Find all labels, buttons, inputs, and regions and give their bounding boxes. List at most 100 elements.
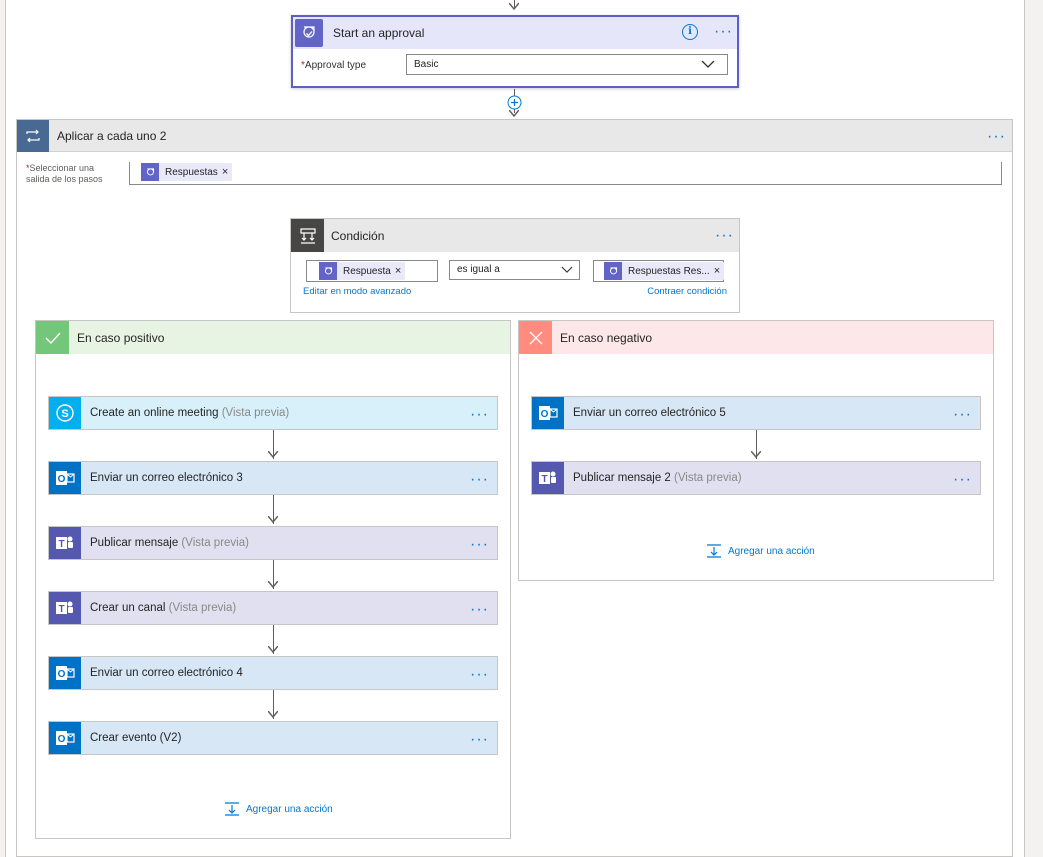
teams-icon: T <box>49 592 81 624</box>
add-action-label: Agregar una acción <box>246 803 333 815</box>
collapse-condition-link[interactable]: Contraer condición <box>647 286 727 297</box>
select-output-label: *Seleccionar una salida de los pasos <box>26 163 103 184</box>
more-options-icon[interactable]: ··· <box>714 24 733 40</box>
more-options-icon[interactable]: ··· <box>470 602 489 618</box>
more-options-icon[interactable]: ··· <box>953 407 972 423</box>
teams-icon: T <box>532 462 564 494</box>
start-approval-header[interactable]: Start an approval i ··· <box>293 17 737 49</box>
action-title: Enviar un correo electrónico 4 <box>90 667 243 679</box>
action-title: Enviar un correo electrónico 5 <box>573 407 726 419</box>
arrow-down-icon <box>268 451 278 459</box>
add-action-button[interactable]: Agregar una acción <box>706 544 815 558</box>
select-output-input[interactable] <box>129 162 1002 185</box>
action-card[interactable]: O Enviar un correo electrónico 5 ··· <box>531 396 981 430</box>
more-options-icon[interactable]: ··· <box>470 667 489 683</box>
branch-title: En caso negativo <box>560 331 653 345</box>
action-title: Crear evento (V2) <box>90 732 181 744</box>
token-label: Respuesta <box>343 265 391 277</box>
chevron-down-icon <box>561 266 573 273</box>
approval-type-dropdown[interactable]: Basic <box>406 54 728 75</box>
flow-designer-canvas: Start an approval i ··· *Approval type B… <box>0 0 1043 857</box>
action-title: Enviar un correo electrónico 3 <box>90 472 243 484</box>
action-title: Publicar mensaje (Vista previa) <box>90 537 249 549</box>
action-name: Publicar mensaje 2 <box>573 472 671 484</box>
svg-text:T: T <box>541 474 547 485</box>
dropdown-value: es igual a <box>457 264 500 275</box>
more-options-icon[interactable]: ··· <box>715 228 734 244</box>
action-title: Publicar mensaje 2 (Vista previa) <box>573 472 742 484</box>
svg-text:O: O <box>541 409 549 420</box>
preview-tag: (Vista previa) <box>181 537 249 549</box>
more-options-icon[interactable]: ··· <box>470 732 489 748</box>
dynamic-content-token[interactable]: Respuesta × <box>319 262 406 280</box>
action-card[interactable]: T Publicar mensaje 2 (Vista previa) ··· <box>531 461 981 495</box>
approvals-icon <box>604 262 622 280</box>
dynamic-content-token[interactable]: Respuestas × <box>141 163 233 181</box>
more-options-icon[interactable]: ··· <box>470 472 489 488</box>
apply-to-each-header[interactable]: Aplicar a cada uno 2 ··· <box>17 120 1012 152</box>
approvals-icon <box>319 262 337 280</box>
dropdown-value: Basic <box>414 59 439 70</box>
arrow-down-icon <box>751 451 761 459</box>
branch-title: En caso positivo <box>77 331 165 345</box>
add-action-button[interactable]: Agregar una acción <box>224 802 333 816</box>
svg-text:O: O <box>58 669 66 680</box>
teams-icon: T <box>49 527 81 559</box>
action-title: Crear un canal (Vista previa) <box>90 602 236 614</box>
action-card[interactable]: O Crear evento (V2) ··· <box>48 721 498 755</box>
outlook-icon: O <box>49 722 81 754</box>
outlook-icon: O <box>49 462 81 494</box>
action-card[interactable]: O Enviar un correo electrónico 3 ··· <box>48 461 498 495</box>
condition-header[interactable]: Condición ··· <box>291 219 739 252</box>
close-icon <box>519 321 552 354</box>
action-name: Crear un canal <box>90 602 166 614</box>
outlook-icon: O <box>49 657 81 689</box>
card-title: Start an approval <box>333 26 425 40</box>
more-options-icon[interactable]: ··· <box>953 472 972 488</box>
action-card[interactable]: S Create an online meeting (Vista previa)… <box>48 396 498 430</box>
remove-token-icon[interactable]: × <box>714 265 724 277</box>
dynamic-content-token[interactable]: Respuestas Res... × <box>604 262 725 280</box>
operator-dropdown[interactable]: es igual a <box>449 260 580 280</box>
insert-step-plus-icon[interactable] <box>507 95 522 110</box>
remove-token-icon[interactable]: × <box>395 265 405 277</box>
action-name: Enviar un correo electrónico 5 <box>573 407 726 419</box>
chevron-down-icon <box>701 60 715 68</box>
skype-icon: S <box>49 397 81 429</box>
action-name: Enviar un correo electrónico 4 <box>90 667 243 679</box>
action-card[interactable]: T Crear un canal (Vista previa) ··· <box>48 591 498 625</box>
info-icon[interactable]: i <box>682 24 698 40</box>
condition-card[interactable]: Condición ··· Respuesta × es igual a Res… <box>290 218 740 313</box>
preview-tag: (Vista previa) <box>168 602 237 614</box>
action-name: Enviar un correo electrónico 3 <box>90 472 243 484</box>
svg-text:O: O <box>58 734 66 745</box>
edit-advanced-mode-link[interactable]: Editar en modo avanzado <box>303 286 411 297</box>
action-title: Create an online meeting (Vista previa) <box>90 407 289 419</box>
svg-text:T: T <box>58 539 64 550</box>
if-yes-header[interactable]: En caso positivo <box>36 321 510 354</box>
preview-tag: (Vista previa) <box>221 407 290 419</box>
loop-icon <box>17 120 49 152</box>
action-name: Create an online meeting <box>90 407 219 419</box>
outlook-icon: O <box>532 397 564 429</box>
arrow-down-icon <box>268 646 278 654</box>
svg-text:T: T <box>58 604 64 615</box>
start-approval-card[interactable]: Start an approval i ··· *Approval type B… <box>291 15 739 88</box>
add-action-label: Agregar una acción <box>728 545 815 557</box>
token-label: Respuestas <box>165 166 218 178</box>
action-card[interactable]: O Enviar un correo electrónico 4 ··· <box>48 656 498 690</box>
arrow-down-icon <box>268 516 278 524</box>
if-no-header[interactable]: En caso negativo <box>519 321 993 354</box>
more-options-icon[interactable]: ··· <box>470 407 489 423</box>
more-options-icon[interactable]: ··· <box>470 537 489 553</box>
remove-token-icon[interactable]: × <box>222 166 232 178</box>
arrow-down-icon <box>509 110 519 118</box>
condition-icon <box>291 219 324 252</box>
action-name: Publicar mensaje <box>90 537 179 549</box>
arrow-down-icon <box>509 3 519 11</box>
action-card[interactable]: T Publicar mensaje (Vista previa) ··· <box>48 526 498 560</box>
add-action-icon <box>225 802 239 816</box>
card-title: Aplicar a cada uno 2 <box>57 129 167 143</box>
checkmark-icon <box>36 321 69 354</box>
more-options-icon[interactable]: ··· <box>987 129 1006 145</box>
